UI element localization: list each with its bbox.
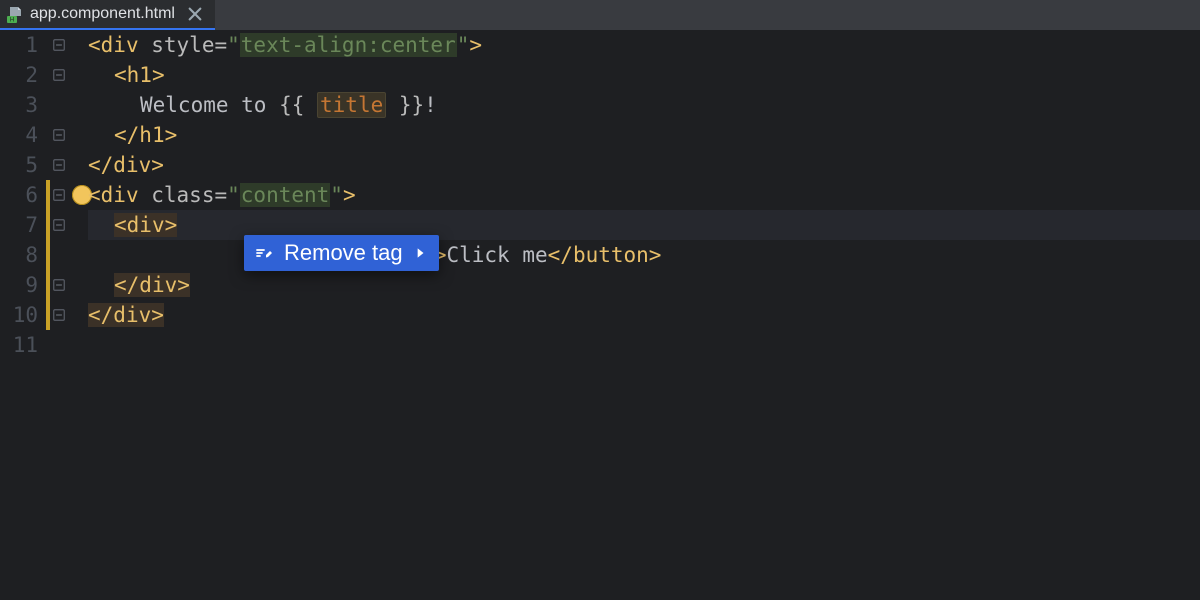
fold-icon[interactable] <box>52 38 66 52</box>
code-area[interactable]: <div style="text-align:center"><h1>Welco… <box>80 30 1200 600</box>
fold-icon[interactable] <box>52 128 66 142</box>
chevron-right-icon <box>413 246 427 260</box>
code-line[interactable]: </div> <box>88 300 1200 330</box>
file-tab[interactable]: H app.component.html <box>0 0 215 30</box>
fold-icon[interactable] <box>52 218 66 232</box>
fold-icon[interactable] <box>52 158 66 172</box>
line-number: 8 <box>0 243 46 267</box>
gutter: 1 2 3 4 5 6 7 8 9 10 11 <box>0 30 80 600</box>
line-number: 3 <box>0 93 46 117</box>
html-file-icon: H <box>6 5 24 23</box>
line-number: 11 <box>0 333 46 357</box>
edit-icon <box>254 243 274 263</box>
line-number: 1 <box>0 33 46 57</box>
change-marker <box>46 60 50 90</box>
change-marker <box>46 180 50 210</box>
code-line[interactable]: <div class="content"> <box>88 180 1200 210</box>
code-line[interactable]: <div style="text-align:center"> <box>88 30 1200 60</box>
line-number: 7 <box>0 213 46 237</box>
code-line[interactable]: <h1> <box>88 60 1200 90</box>
change-marker <box>46 330 50 360</box>
change-marker <box>46 240 50 270</box>
line-number: 10 <box>0 303 46 327</box>
fold-icon[interactable] <box>52 68 66 82</box>
change-marker <box>46 270 50 300</box>
change-marker <box>46 90 50 120</box>
code-editor[interactable]: 1 2 3 4 5 6 7 8 9 10 11 <div style="text-align:cen… <box>0 30 1200 600</box>
change-marker <box>46 150 50 180</box>
code-line[interactable]: </div> <box>88 270 1200 300</box>
tab-bar: H app.component.html <box>0 0 1200 30</box>
fold-icon[interactable] <box>52 188 66 202</box>
line-number: 6 <box>0 183 46 207</box>
fold-icon[interactable] <box>52 278 66 292</box>
code-line[interactable] <box>88 330 1200 360</box>
code-line[interactable]: </h1> <box>88 120 1200 150</box>
code-line[interactable]: </div> <box>88 150 1200 180</box>
code-line[interactable]: Welcome to {{ title }}! <box>88 90 1200 120</box>
change-marker <box>46 120 50 150</box>
change-marker <box>46 30 50 60</box>
change-marker <box>46 300 50 330</box>
line-number: 2 <box>0 63 46 87</box>
tab-filename: app.component.html <box>30 5 175 23</box>
close-icon[interactable] <box>187 6 203 22</box>
line-number: 5 <box>0 153 46 177</box>
line-number: 9 <box>0 273 46 297</box>
intention-popup[interactable]: Remove tag <box>244 235 439 271</box>
intention-label: Remove tag <box>284 240 403 266</box>
svg-text:H: H <box>10 18 14 24</box>
fold-icon[interactable] <box>52 308 66 322</box>
change-marker <box>46 210 50 240</box>
line-number: 4 <box>0 123 46 147</box>
